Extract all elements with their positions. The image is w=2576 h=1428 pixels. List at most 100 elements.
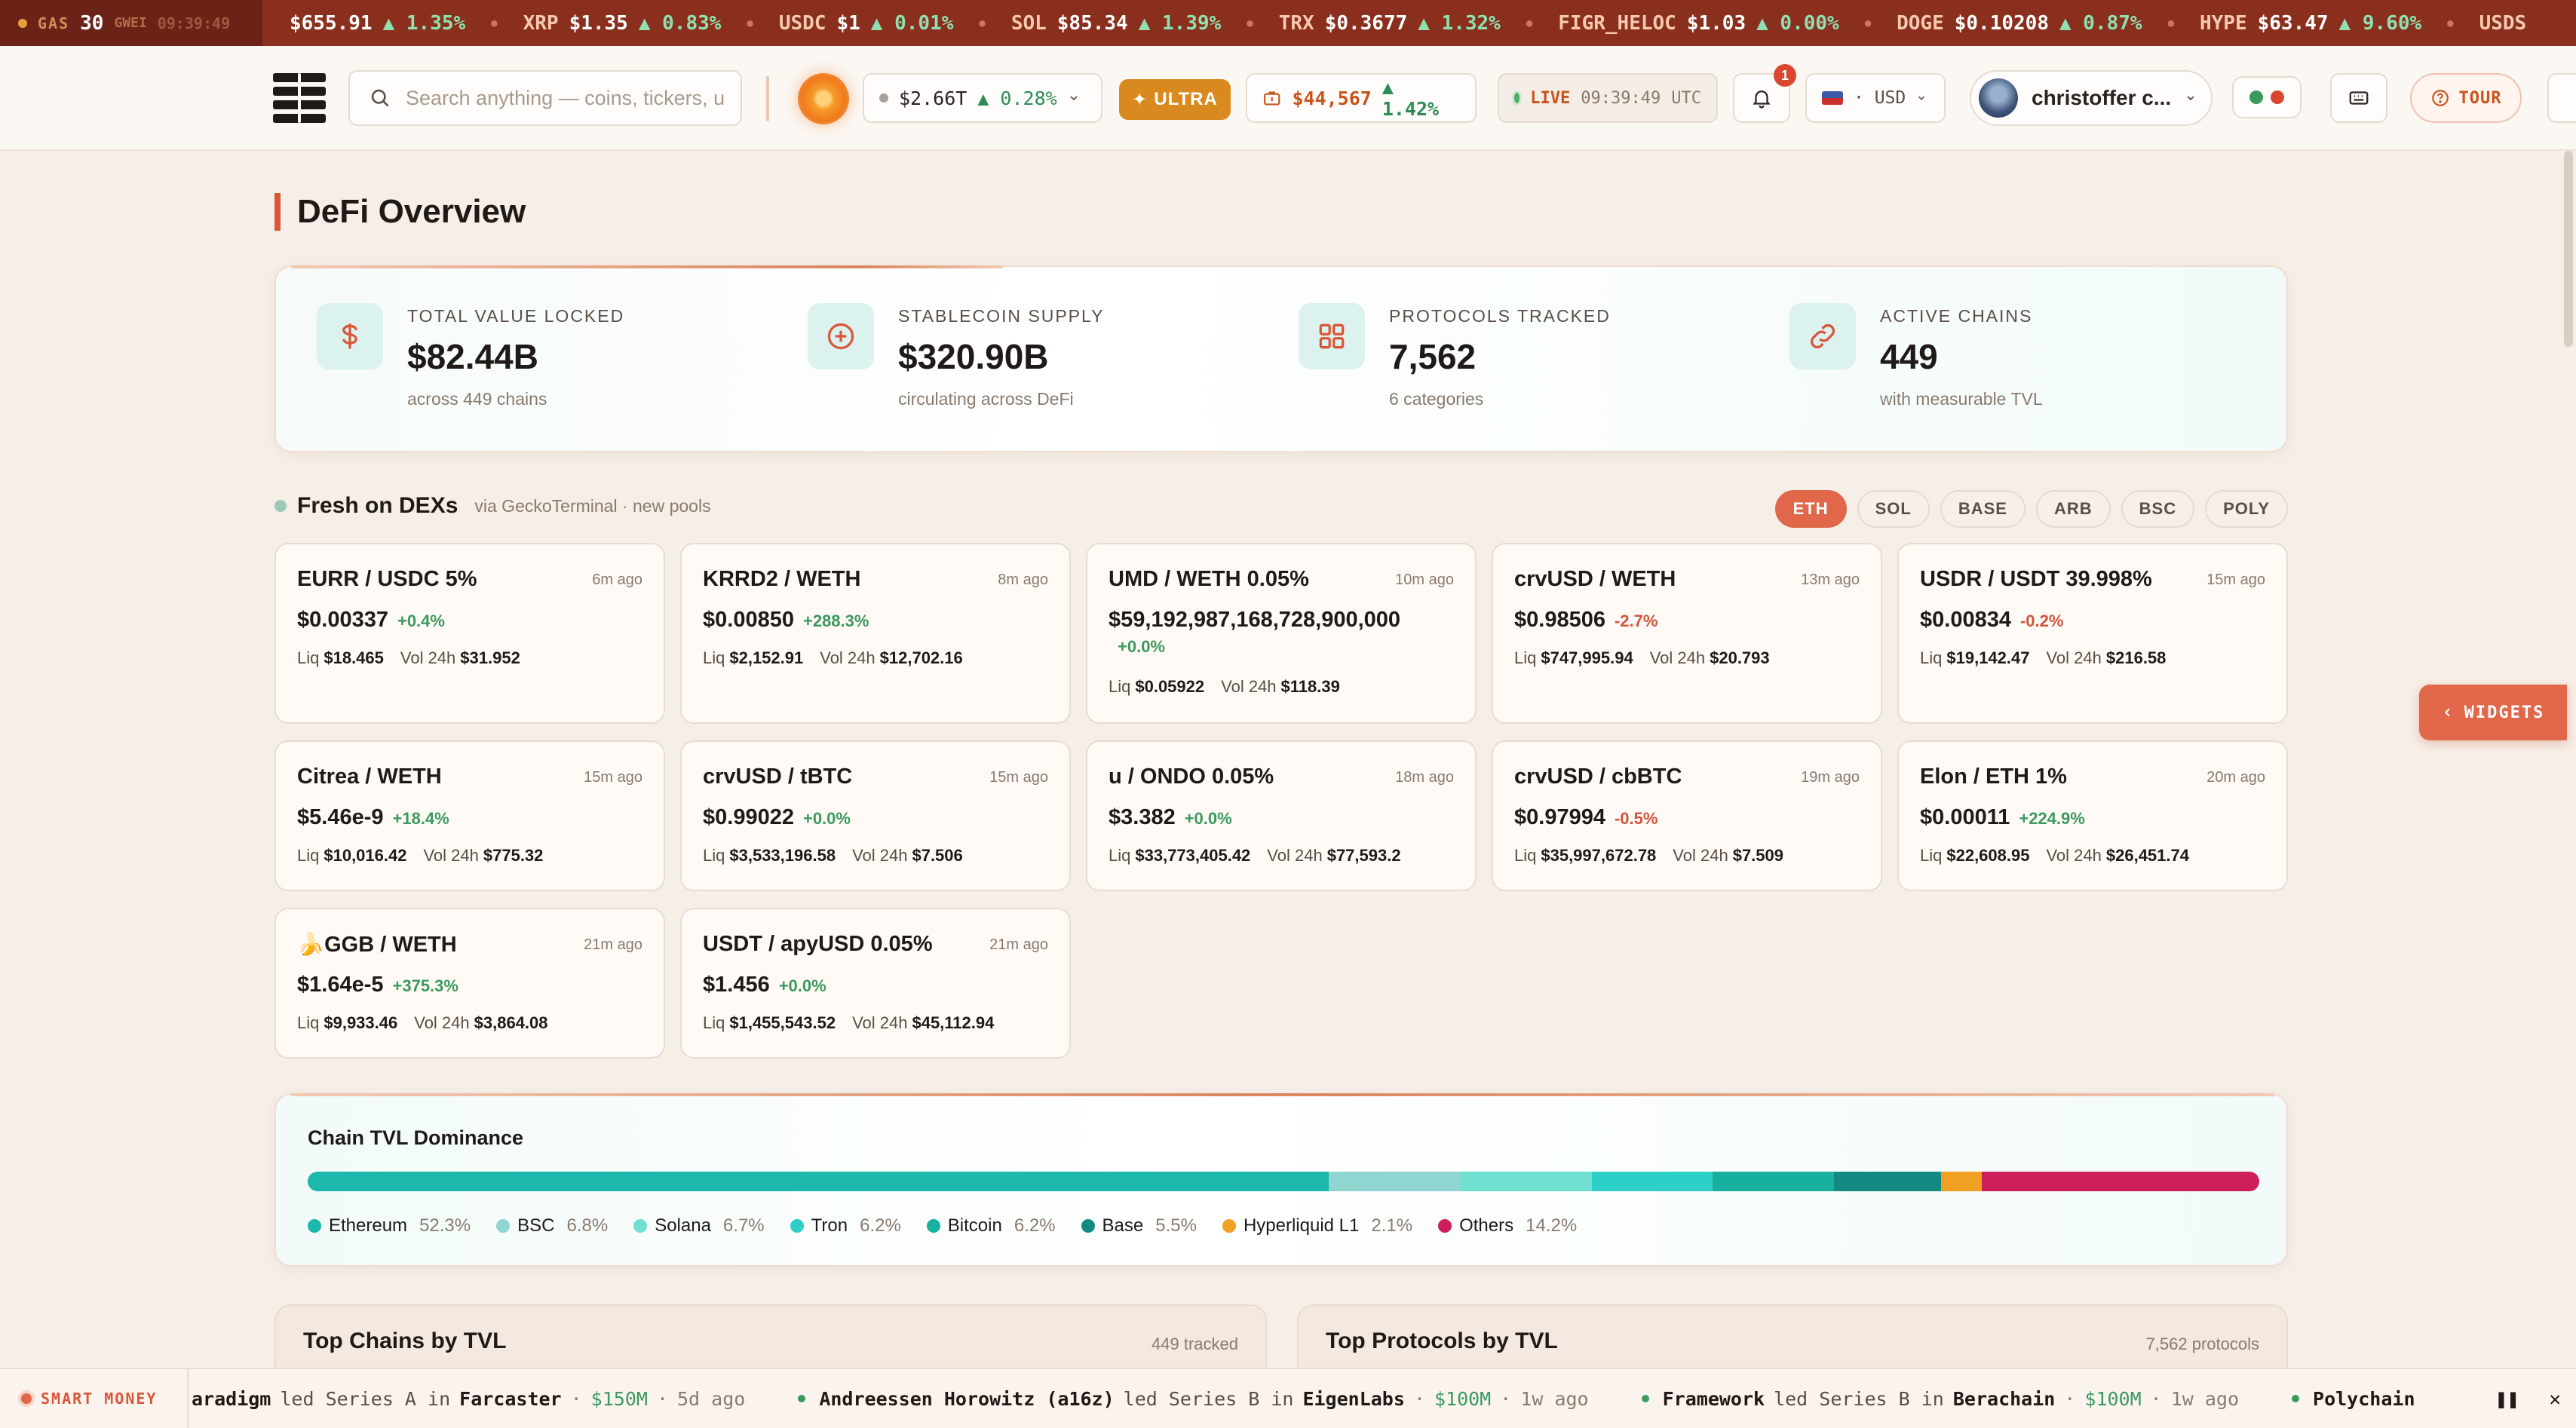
ticker-item[interactable]: SOL $85.34 ▲ 1.39% ● bbox=[1011, 12, 1253, 35]
app-logo[interactable] bbox=[273, 73, 326, 123]
ticker-item[interactable]: USDC $1 ▲ 0.01% ● bbox=[779, 12, 986, 35]
pool-card[interactable]: UMD / WETH 0.05% 10m ago $59,192,987,168,7… bbox=[1086, 543, 1477, 724]
currency-selector[interactable]: · USD bbox=[1805, 73, 1946, 123]
pool-pair: crvUSD / WETH bbox=[1514, 567, 1676, 591]
deal-item[interactable]: aradigm led Series A in Farcaster · $150M · 5d… bbox=[192, 1388, 745, 1410]
tab-chain-eth[interactable]: ETH bbox=[1774, 490, 1847, 528]
vol-label: Vol 24h bbox=[1673, 846, 1728, 865]
pool-price: $0.00850 +288.3% bbox=[703, 608, 869, 633]
pool-pair: Elon / ETH 1% bbox=[1920, 765, 2067, 789]
search-input[interactable] bbox=[406, 86, 730, 110]
dominance-segment-bitcoin[interactable] bbox=[1713, 1172, 1834, 1191]
stat-label: TOTAL VALUE LOCKED bbox=[407, 306, 625, 326]
pool-age: 21m ago bbox=[989, 936, 1048, 953]
pause-icon[interactable]: ❚❚ bbox=[2495, 1388, 2519, 1411]
widgets-drawer-button[interactable]: WIDGETS bbox=[2419, 685, 2567, 740]
liq-label: Liq bbox=[703, 1013, 725, 1032]
liq-label: Liq bbox=[703, 648, 725, 667]
pool-card[interactable]: crvUSD / tBTC 15m ago $0.99022 +0.0% Liq $3,5… bbox=[680, 740, 1071, 891]
tour-button[interactable]: TOUR bbox=[2410, 73, 2522, 123]
pool-card[interactable]: USDR / USDT 39.998% 15m ago $0.00834 -0.2% L… bbox=[1897, 543, 2288, 724]
tab-chain-poly[interactable]: POLY bbox=[2205, 490, 2288, 528]
liq-label: Liq bbox=[297, 846, 320, 865]
ticker-item[interactable]: DOGE $0.10208 ▲ 0.87% ● bbox=[1897, 12, 2174, 35]
dominance-segment-solana[interactable] bbox=[1461, 1172, 1592, 1191]
market-cap-dropdown[interactable]: $2.66T ▲ 0.28% bbox=[863, 73, 1102, 123]
ultra-label: ULTRA bbox=[1154, 89, 1218, 109]
pool-card[interactable]: crvUSD / cbBTC 19m ago $0.97994 -0.5% Liq $35… bbox=[1492, 740, 1882, 891]
dominance-segment-others[interactable] bbox=[1982, 1172, 2259, 1191]
dominance-segment-base[interactable] bbox=[1833, 1172, 1942, 1191]
deal-item[interactable]: Andreessen Horowitz (a16z) led Series B i… bbox=[798, 1388, 1589, 1410]
pool-stats: Liq $3,533,196.58 Vol 24h $7.506 bbox=[703, 846, 963, 866]
search-box[interactable] bbox=[348, 70, 742, 126]
portfolio-change: ▲ 1.42% bbox=[1382, 76, 1440, 120]
ticker-symbol: HYPE bbox=[2200, 11, 2247, 35]
close-icon[interactable]: ✕ bbox=[2549, 1388, 2561, 1411]
stat-stablecoin-supply: STABLECOIN SUPPLY $320.90B circulating a… bbox=[808, 303, 1275, 424]
gas-label: GAS bbox=[38, 14, 70, 32]
chevron-down-icon bbox=[2187, 96, 2194, 101]
legend-name: Solana bbox=[655, 1215, 711, 1236]
vol-label: Vol 24h bbox=[400, 648, 456, 667]
overflow-button[interactable] bbox=[2547, 73, 2576, 123]
deal-separator: · bbox=[2064, 1387, 2076, 1410]
pool-card[interactable]: Elon / ETH 1% 20m ago $0.00011 +224.9% Liq $2… bbox=[1897, 740, 2288, 891]
ultra-button[interactable]: ✦ ULTRA bbox=[1119, 79, 1231, 120]
tab-chain-arb[interactable]: ARB bbox=[2035, 490, 2111, 528]
ticker-item[interactable]: FIGR_HELOC $1.03 ▲ 0.00% ● bbox=[1558, 12, 1871, 35]
pool-card[interactable]: USDT / apyUSD 0.05% 21m ago $1.456 +0.0% Liq… bbox=[680, 908, 1071, 1059]
smart-money-label: SMART MONEY bbox=[0, 1369, 189, 1428]
pool-card[interactable]: KRRD2 / WETH 8m ago $0.00850 +288.3% Liq $2,1… bbox=[680, 543, 1071, 724]
legend-name: BSC bbox=[517, 1215, 555, 1236]
pool-pair: 🍌GGB / WETH bbox=[297, 933, 457, 957]
pool-change: +288.3% bbox=[802, 611, 869, 630]
pool-change: -0.5% bbox=[1614, 809, 1658, 828]
deal-item[interactable]: Framework led Series B in Berachain · $100M ·… bbox=[1641, 1387, 2239, 1410]
pool-price-value: $0.98506 bbox=[1514, 608, 1605, 632]
dominance-segment-tron[interactable] bbox=[1591, 1172, 1713, 1191]
liq-value: $10,016.42 bbox=[324, 846, 407, 865]
fresh-dexs-header: Fresh on DEXs via GeckoTerminal · new po… bbox=[274, 493, 711, 519]
vol-label: Vol 24h bbox=[2046, 846, 2102, 865]
legend-dot bbox=[790, 1219, 804, 1233]
ticker-separator: ● bbox=[491, 17, 498, 29]
legend-name: Tron bbox=[811, 1215, 848, 1236]
deal-item[interactable]: Polychain bbox=[2292, 1388, 2415, 1410]
ticker-separator: ● bbox=[2447, 17, 2454, 29]
pool-card[interactable]: EURR / USDC 5% 6m ago $0.00337 +0.4% Liq $18.… bbox=[274, 543, 665, 724]
ticker-item[interactable]: USDS bbox=[2479, 12, 2527, 35]
pool-card[interactable]: crvUSD / WETH 13m ago $0.98506 -2.7% Liq $747… bbox=[1492, 543, 1882, 724]
ticker-item[interactable]: XRP $1.35 ▲ 0.83% ● bbox=[523, 12, 753, 35]
ticker-symbol: XRP bbox=[523, 11, 559, 35]
card-title: Top Chains by TVL bbox=[303, 1328, 507, 1353]
pool-card[interactable]: Citrea / WETH 15m ago $5.46e-9 +18.4% Liq $10… bbox=[274, 740, 665, 891]
ticker-item[interactable]: $655.91 ▲ 1.35% ● bbox=[290, 12, 498, 35]
vol-label: Vol 24h bbox=[852, 1013, 908, 1032]
pool-price-value: $0.00011 bbox=[1920, 805, 2010, 829]
user-menu[interactable]: christoffer c... bbox=[1970, 70, 2213, 126]
tab-chain-sol[interactable]: SOL bbox=[1857, 490, 1930, 528]
gas-indicator[interactable]: GAS 30 GWEI 09:39:49 bbox=[0, 0, 262, 46]
pool-price: $0.98506 -2.7% bbox=[1514, 608, 1658, 633]
page-scrollbar[interactable] bbox=[2564, 151, 2573, 347]
dominance-segment-hyperliquid-l1[interactable] bbox=[1941, 1172, 1983, 1191]
dominance-segment-ethereum[interactable] bbox=[308, 1172, 1329, 1191]
pool-card[interactable]: 🍌GGB / WETH 21m ago $1.64e-5 +375.3% Liq $9,9… bbox=[274, 908, 665, 1059]
ticker-item[interactable]: HYPE $63.47 ▲ 9.60% ● bbox=[2200, 12, 2454, 35]
dominance-segment-bsc[interactable] bbox=[1328, 1172, 1461, 1191]
pool-card[interactable]: u / ONDO 0.05% 18m ago $3.382 +0.0% Liq $33,7… bbox=[1086, 740, 1477, 891]
tab-chain-bsc[interactable]: BSC bbox=[2121, 490, 2195, 528]
ai-orb-button[interactable] bbox=[798, 73, 849, 124]
help-circle-icon bbox=[2431, 90, 2449, 106]
legend-percent: 5.5% bbox=[1155, 1215, 1197, 1236]
pool-age: 13m ago bbox=[1801, 572, 1860, 588]
ticker-change: ▲ 1.39% bbox=[1138, 11, 1222, 35]
vol-value: $20.793 bbox=[1710, 648, 1770, 667]
ticker-item[interactable]: TRX $0.3677 ▲ 1.32% ● bbox=[1279, 12, 1533, 35]
keyboard-shortcuts-button[interactable] bbox=[2330, 73, 2387, 123]
liq-label: Liq bbox=[1514, 648, 1537, 667]
portfolio-button[interactable]: $44,567 ▲ 1.42% bbox=[1246, 73, 1477, 123]
theme-toggle[interactable] bbox=[2232, 76, 2302, 118]
tab-chain-base[interactable]: BASE bbox=[1940, 490, 2026, 528]
